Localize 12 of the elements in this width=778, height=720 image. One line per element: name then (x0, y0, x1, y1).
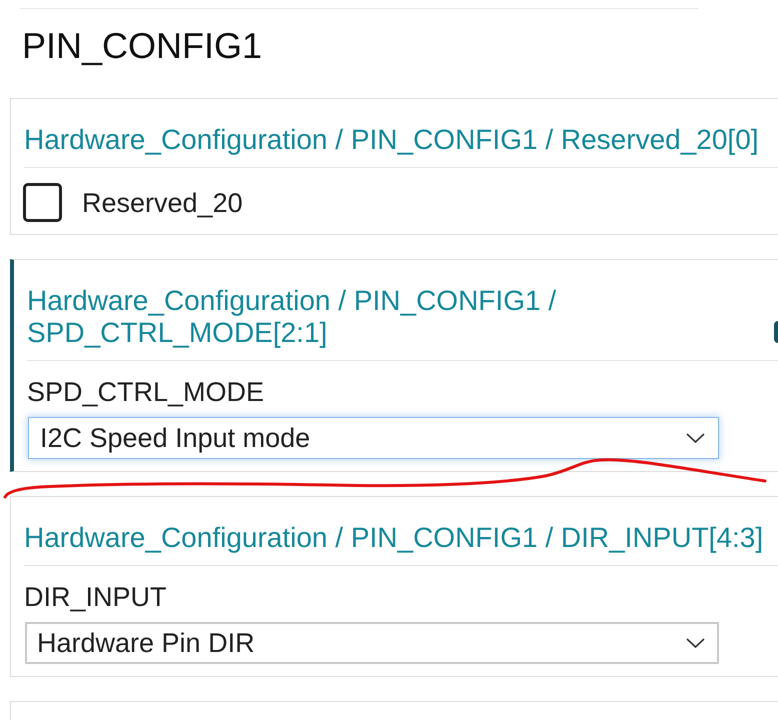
field-label: DIR_INPUT (24, 581, 168, 613)
field-path: Hardware_Configuration / PIN_CONFIG1 / DIR_INPUT[4:3] (24, 522, 764, 554)
dropdown[interactable]: Hardware Pin DIR (25, 622, 719, 664)
dropdown[interactable]: I2C Speed Input mode (28, 417, 719, 459)
checkbox[interactable] (23, 183, 62, 222)
checkbox-label[interactable]: Reserved_20 (82, 186, 243, 218)
field-label: SPD_CTRL_MODE (27, 376, 266, 408)
section-title: PIN_CONFIG1 (22, 24, 262, 68)
field-path: Hardware_Configuration / PIN_CONFIG1 / SPD_CTRL_MODE[2:1] (27, 285, 558, 349)
chevron-down-icon (686, 638, 705, 648)
field-path: Hardware_Configuration / PIN_CONFIG1 / Reserved_20[0] (24, 124, 760, 156)
chevron-down-icon (686, 433, 705, 443)
